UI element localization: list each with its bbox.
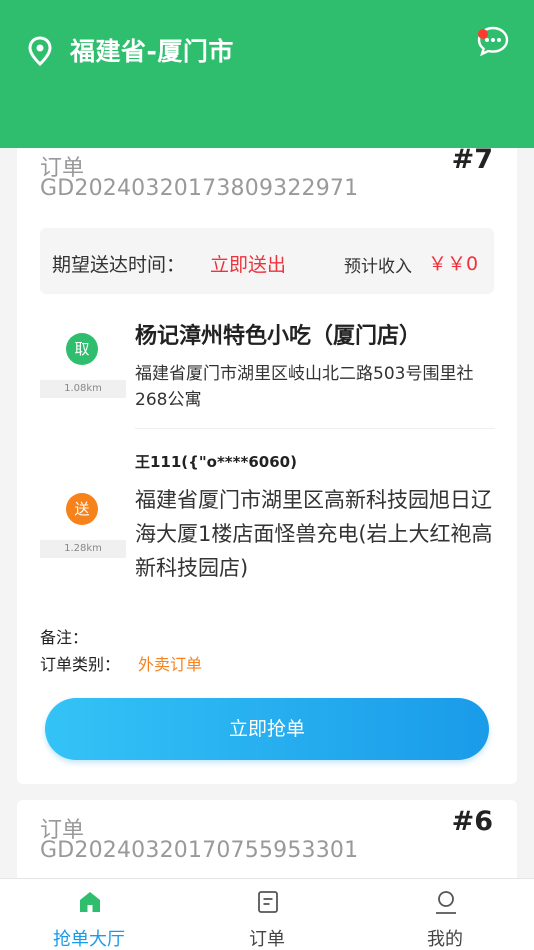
order-card: 订单 GD20240320170755953301 #6	[17, 800, 517, 878]
customer-address: 福建省厦门市湖里区高新科技园旭日辽海大厦1楼店面怪兽充电(岩上大红袍高新科技园店…	[135, 488, 493, 580]
order-index: #6	[451, 806, 493, 837]
order-index: #7	[451, 148, 493, 175]
expected-time-value: 立即送出	[210, 254, 287, 276]
divider	[135, 428, 495, 429]
shop-address: 福建省厦门市湖里区岐山北二路503号围里社268公寓	[135, 364, 474, 410]
profile-icon	[436, 891, 456, 914]
app-header: 福建省-厦门市	[0, 0, 534, 148]
tab-label: 订单	[249, 929, 285, 950]
tab-orders[interactable]: 订单	[178, 879, 356, 950]
income-label: 预计收入	[344, 257, 412, 277]
tab-label: 抢单大厅	[53, 929, 125, 950]
order-number: GD2024032017380932​2971	[40, 176, 359, 201]
bottom-tab-bar: 抢单大厅 订单 我的	[0, 878, 534, 950]
order-list-icon	[258, 891, 278, 913]
pickup-distance: 1.08km	[40, 380, 126, 398]
order-type-label: 订单类别：	[40, 655, 121, 674]
grab-order-button[interactable]: 立即抢单	[45, 698, 489, 760]
delivery-badge: 送	[66, 493, 98, 525]
delivery-time-box: 期望送达时间： 立即送出 预计收入 ￥￥0	[40, 228, 494, 294]
unread-dot	[478, 29, 488, 39]
shop-name: 杨记漳州特色小吃（厦门店）	[135, 324, 422, 349]
delivery-distance: 1.28km	[40, 540, 126, 558]
order-card: 订单 GD2024032017380932​2971 #7 期望送达时间： 立即…	[17, 148, 517, 784]
remark-label: 备注：	[40, 628, 89, 647]
tab-profile[interactable]: 我的	[356, 879, 534, 950]
order-number: GD20240320170755953301	[40, 838, 359, 863]
order-type-value: 外卖订单	[138, 655, 203, 674]
tab-label: 我的	[427, 929, 463, 950]
order-list[interactable]: 订单 GD2024032017380932​2971 #7 期望送达时间： 立即…	[0, 148, 534, 878]
city-selector[interactable]: 福建省-厦门市	[70, 32, 234, 68]
pickup-badge: 取	[66, 333, 98, 365]
customer-name: 王111({"o****6060)	[135, 453, 297, 471]
home-icon	[80, 892, 100, 912]
location-pin-icon[interactable]	[27, 36, 53, 66]
expected-time-label: 期望送达时间：	[52, 254, 186, 276]
income-value: ￥￥0	[428, 253, 479, 275]
tab-grab-hall[interactable]: 抢单大厅	[0, 879, 178, 950]
